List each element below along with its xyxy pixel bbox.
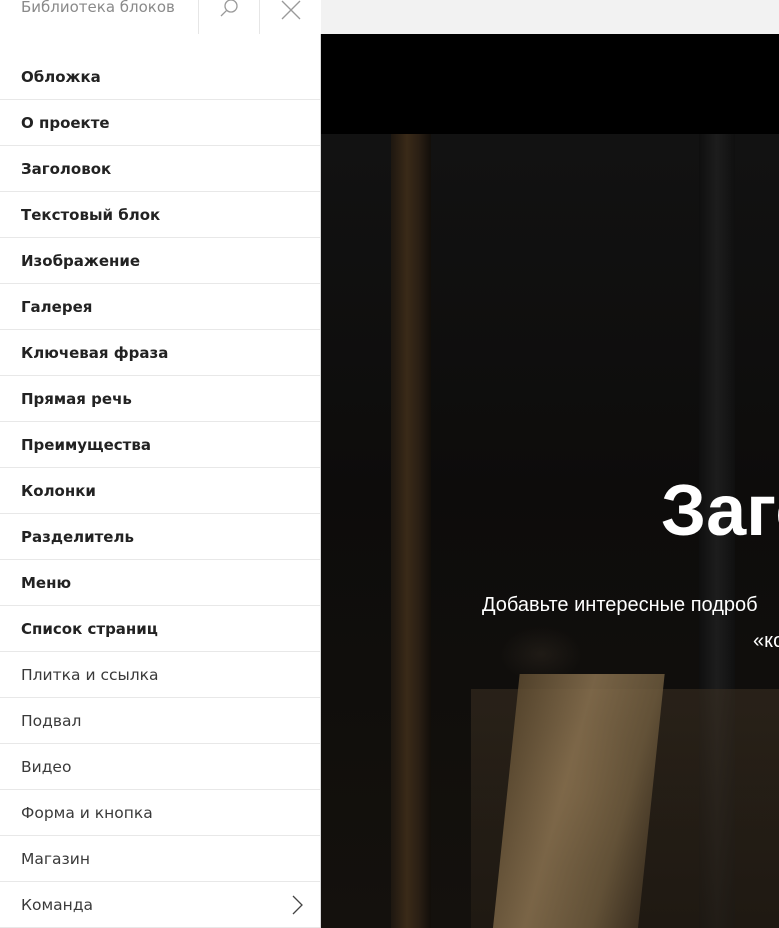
sidebar-item-menu[interactable]: Меню (0, 560, 320, 606)
block-list: Обложка О проекте Заголовок Текстовый бл… (0, 54, 320, 928)
block-library-sidebar: Обложка О проекте Заголовок Текстовый бл… (0, 34, 321, 928)
sidebar-item-key-phrase[interactable]: Ключевая фраза (0, 330, 320, 376)
sidebar-item-footer[interactable]: Подвал (0, 698, 320, 744)
sidebar-item-heading[interactable]: Заголовок (0, 146, 320, 192)
sidebar-item-columns[interactable]: Колонки (0, 468, 320, 514)
cover-subtitle-line2: «ко (753, 630, 779, 652)
sidebar-item-video[interactable]: Видео (0, 744, 320, 790)
preview-header-band (321, 34, 779, 134)
sidebar-item-label: Форма и кнопка (21, 804, 153, 822)
sidebar-item-about[interactable]: О проекте (0, 100, 320, 146)
sidebar-item-label: Ключевая фраза (21, 344, 169, 362)
sidebar-item-form-button[interactable]: Форма и кнопка (0, 790, 320, 836)
sidebar-item-label: Плитка и ссылка (21, 666, 159, 684)
chevron-right-icon[interactable] (290, 894, 304, 916)
sidebar-item-label: Преимущества (21, 436, 151, 454)
sidebar-item-label: О проекте (21, 114, 110, 132)
sidebar-item-label: Прямая речь (21, 390, 132, 408)
app-window: Библиотека блоков Обложка О проекте Заго… (0, 0, 779, 928)
sidebar-item-label: Обложка (21, 68, 101, 86)
sidebar-item-label: Список страниц (21, 620, 158, 638)
sidebar-item-gallery[interactable]: Галерея (0, 284, 320, 330)
search-input[interactable]: Библиотека блоков (21, 0, 175, 16)
search-field[interactable]: Библиотека блоков (0, 0, 198, 34)
sidebar-item-label: Подвал (21, 712, 82, 730)
sidebar-item-team[interactable]: Команда (0, 882, 320, 928)
search-icon (220, 0, 238, 17)
sidebar-item-label: Магазин (21, 850, 90, 868)
sidebar-item-tile-link[interactable]: Плитка и ссылка (0, 652, 320, 698)
sidebar-item-cover[interactable]: Обложка (0, 54, 320, 100)
sidebar-item-advantages[interactable]: Преимущества (0, 422, 320, 468)
sidebar-item-label: Галерея (21, 298, 93, 316)
block-preview: Заго Добавьте интересные подроб «ко (321, 34, 779, 928)
sidebar-item-label: Заголовок (21, 160, 112, 178)
sidebar-item-shop[interactable]: Магазин (0, 836, 320, 882)
sidebar-item-label: Текстовый блок (21, 206, 161, 224)
close-button[interactable] (259, 0, 321, 34)
wooden-post (391, 134, 431, 928)
sidebar-item-label: Команда (21, 896, 94, 914)
sidebar-item-text-block[interactable]: Текстовый блок (0, 192, 320, 238)
sidebar-item-page-list[interactable]: Список страниц (0, 606, 320, 652)
sidebar-item-label: Меню (21, 574, 72, 592)
sidebar-item-label: Разделитель (21, 528, 134, 546)
sidebar-item-image[interactable]: Изображение (0, 238, 320, 284)
sidebar-item-quote[interactable]: Прямая речь (0, 376, 320, 422)
sidebar-item-label: Видео (21, 758, 72, 776)
sidebar-item-label: Изображение (21, 252, 141, 270)
sidebar-item-label: Колонки (21, 482, 96, 500)
wooden-board (492, 674, 665, 928)
search-button[interactable] (198, 0, 259, 34)
close-icon (281, 0, 301, 20)
sidebar-item-divider[interactable]: Разделитель (0, 514, 320, 560)
cover-title: Заго (661, 471, 779, 551)
cover-subtitle: Добавьте интересные подроб (482, 594, 758, 616)
top-bar: Библиотека блоков (0, 0, 779, 34)
